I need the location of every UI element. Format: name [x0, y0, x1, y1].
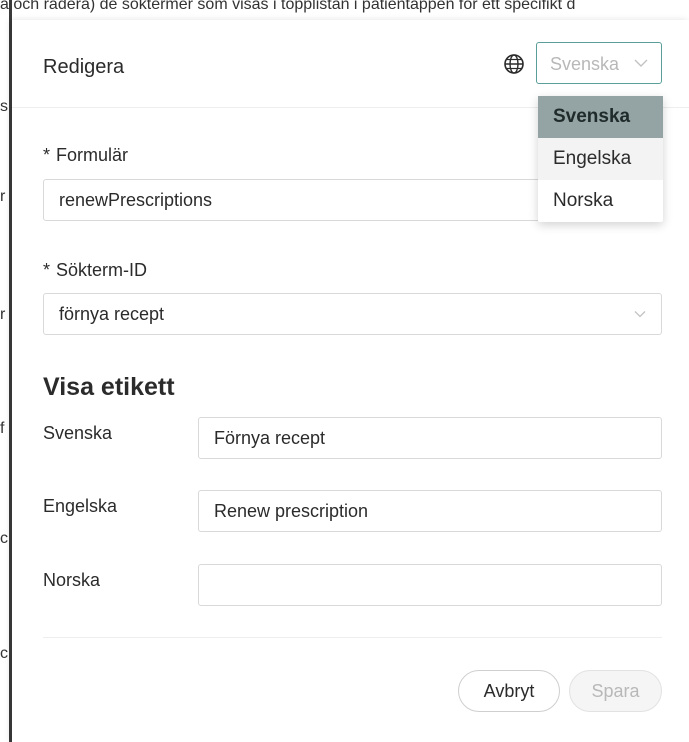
- form-field-value: renewPrescriptions: [59, 190, 213, 210]
- language-select-value: Svenska: [550, 54, 620, 74]
- required-marker: *: [43, 260, 51, 280]
- background-fragment: r: [0, 306, 6, 323]
- label-row-svenska-label: Svenska: [43, 423, 113, 443]
- language-option-norska[interactable]: Norska: [538, 180, 663, 222]
- chevron-down-icon: [634, 59, 648, 67]
- background-fragment: c: [0, 645, 8, 662]
- language-option-engelska[interactable]: Engelska: [538, 138, 663, 180]
- label-norska-input[interactable]: [198, 564, 662, 606]
- cancel-button[interactable]: Avbryt: [458, 670, 560, 712]
- label-engelska-value: Renew prescription: [214, 501, 369, 521]
- background-fragment: r: [0, 188, 6, 205]
- display-label-heading: Visa etikett: [43, 373, 175, 401]
- background-text: a och radera) de söktermer som visas i t…: [0, 0, 576, 13]
- modal-header: Redigera Svenska: [12, 20, 689, 108]
- form-field-label-text: Formulär: [56, 145, 129, 165]
- search-term-label-text: Sökterm-ID: [56, 260, 148, 280]
- globe-icon[interactable]: [503, 53, 525, 75]
- save-button[interactable]: Spara: [569, 670, 662, 712]
- label-engelska-input[interactable]: Renew prescription: [198, 490, 662, 532]
- background-fragment: c: [0, 530, 8, 547]
- search-term-select[interactable]: förnya recept: [43, 293, 662, 335]
- required-marker: *: [43, 145, 51, 165]
- chevron-down-icon: [634, 311, 646, 318]
- background-fragment: s: [0, 98, 8, 115]
- language-select[interactable]: Svenska: [536, 42, 662, 84]
- edit-modal: Redigera Svenska * Formulär renewPrescrip…: [12, 20, 689, 742]
- language-dropdown: Svenska Engelska Norska: [538, 96, 663, 222]
- modal-title: Redigera: [43, 56, 125, 78]
- search-term-value: förnya recept: [59, 304, 165, 324]
- label-svenska-input[interactable]: Förnya recept: [198, 417, 662, 459]
- label-svenska-value: Förnya recept: [214, 428, 326, 448]
- background-fragment: f: [0, 420, 5, 437]
- label-row-norska-label: Norska: [43, 570, 101, 590]
- search-term-label: * Sökterm-ID: [43, 260, 147, 281]
- form-field-label: * Formulär: [43, 145, 128, 166]
- language-option-svenska[interactable]: Svenska: [538, 96, 663, 138]
- label-row-engelska-label: Engelska: [43, 496, 118, 516]
- footer-divider: [43, 637, 662, 638]
